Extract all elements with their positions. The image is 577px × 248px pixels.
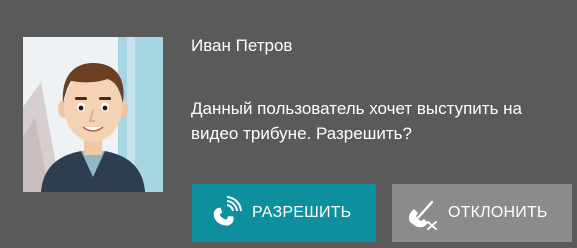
decline-label: ОТКЛОНИТЬ [448, 204, 548, 221]
decline-button[interactable]: ОТКЛОНИТЬ [392, 184, 572, 242]
accept-button[interactable]: РАЗРЕШИТЬ [192, 184, 376, 242]
request-message: Данный пользователь хочет выступить на в… [191, 99, 522, 143]
avatar [23, 37, 163, 192]
avatar-illustration [23, 37, 163, 192]
phone-hangup-icon [406, 196, 440, 230]
phone-ringing-icon [208, 196, 242, 230]
accept-label: РАЗРЕШИТЬ [252, 204, 352, 221]
caller-name: Иван Петров [191, 36, 293, 55]
speaker-request-dialog: Иван Петров Данный пользователь хочет вы… [0, 0, 577, 248]
